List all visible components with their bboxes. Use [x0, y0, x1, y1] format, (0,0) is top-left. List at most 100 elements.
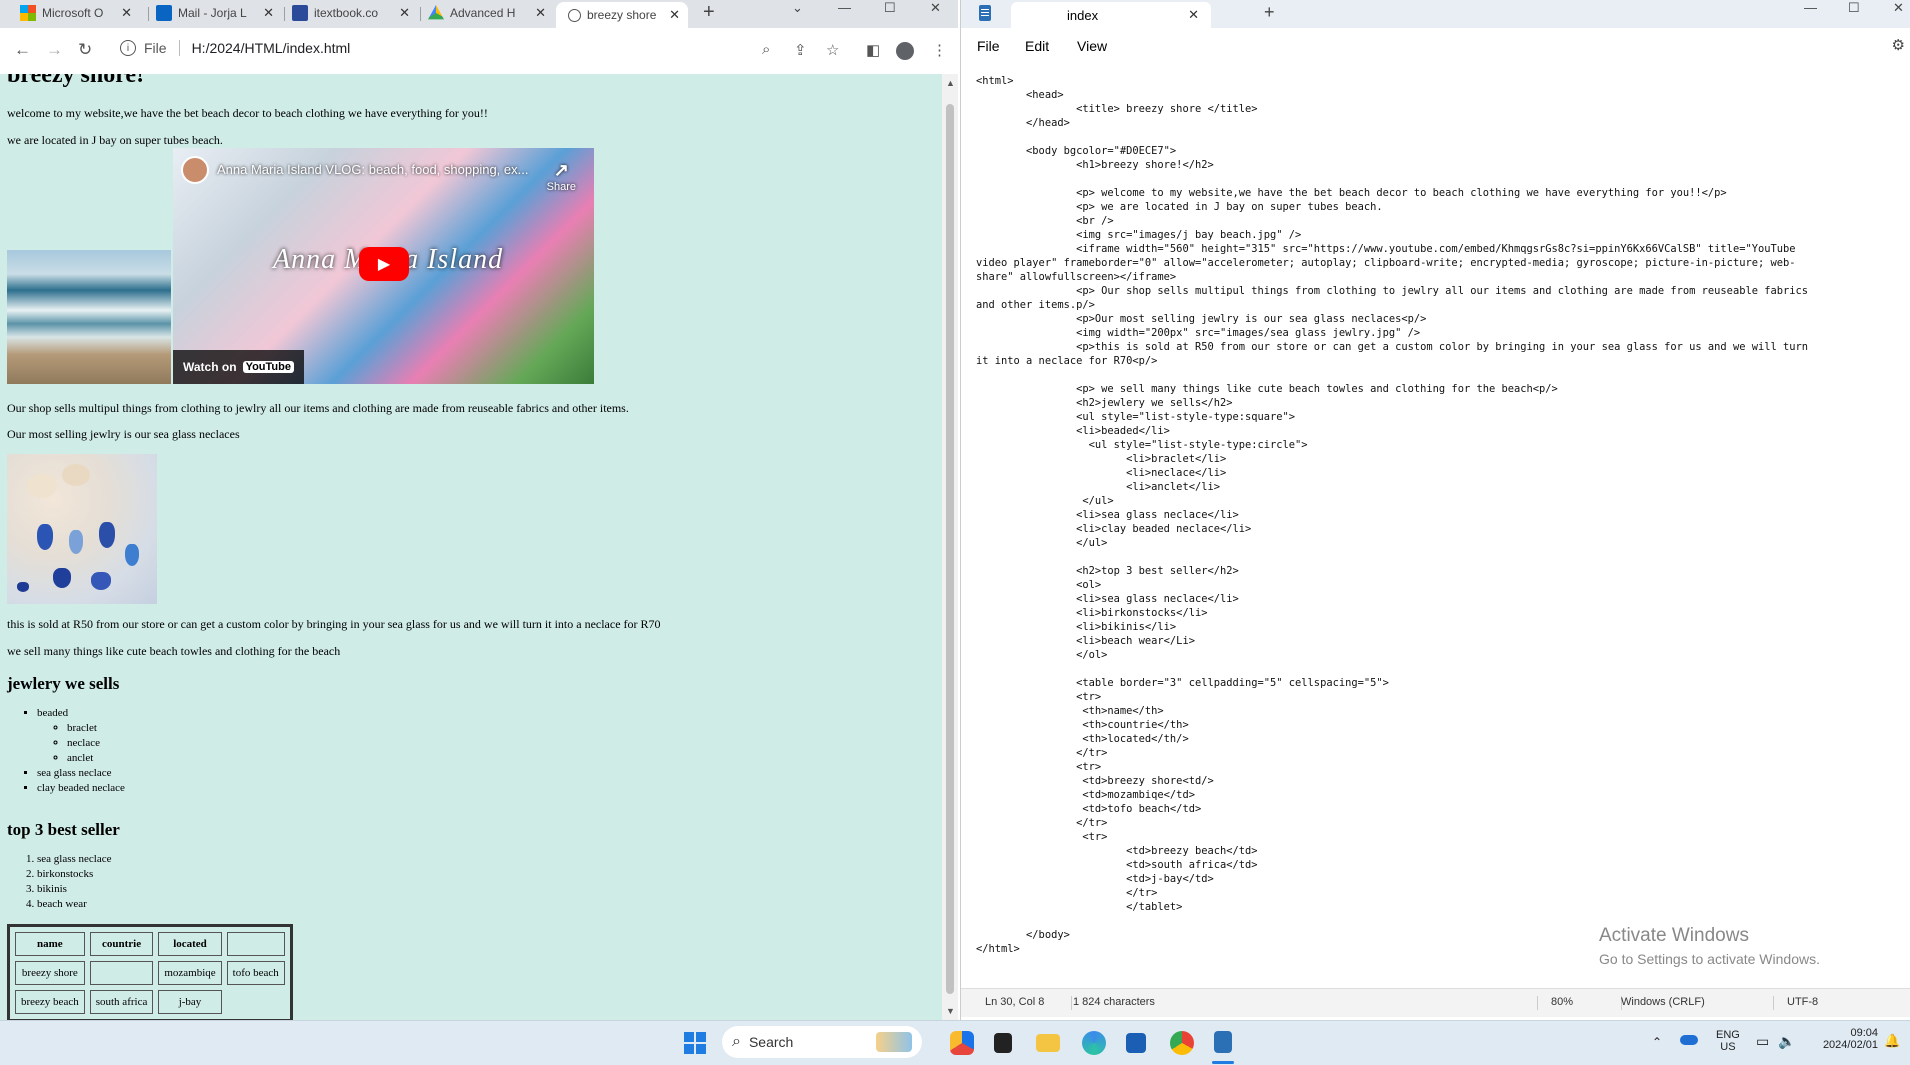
close-window-icon[interactable]: ✕ [1893, 0, 1904, 16]
notepad-titlebar: index ✕ + — ☐ ✕ [961, 0, 1910, 28]
minimize-icon[interactable]: — [838, 0, 851, 15]
play-button[interactable]: ▶ [359, 247, 409, 281]
close-window-icon[interactable]: ✕ [930, 0, 941, 16]
location-text: we are located in J bay on super tubes b… [7, 133, 223, 147]
price-text: this is sold at R50 from our store or ca… [7, 617, 661, 631]
list-item: bikinis [37, 882, 112, 897]
zoom-level[interactable]: 80% [1551, 996, 1573, 1008]
forward-icon[interactable]: → [46, 40, 63, 60]
menu-view[interactable]: View [1077, 38, 1107, 54]
sea-glass-jewelry-image [7, 454, 157, 604]
encoding[interactable]: UTF-8 [1787, 996, 1818, 1008]
list-item: clay beaded neclace [37, 781, 125, 796]
code-editor[interactable]: <html> <head> <title> breezy shore </tit… [976, 74, 1906, 984]
address-bar[interactable]: i File H:/2024/HTML/index.html [112, 34, 812, 62]
list-item: beach wear [37, 897, 112, 912]
terminal-icon[interactable] [994, 1033, 1012, 1053]
share-button[interactable]: ↗ Share [547, 160, 576, 193]
menu-kebab-icon[interactable]: ⋮ [932, 41, 947, 59]
volume-icon[interactable]: 🔈 [1778, 1033, 1795, 1050]
gear-icon[interactable]: ⚙ [1892, 36, 1905, 54]
network-icon[interactable]: ▭ [1756, 1033, 1769, 1050]
file-explorer-icon[interactable] [1036, 1034, 1060, 1052]
table-header [226, 932, 285, 956]
notepad-window: index ✕ + — ☐ ✕ File Edit View ⚙ <html> … [960, 0, 1910, 1020]
store-icon[interactable] [1126, 1033, 1146, 1053]
clock[interactable]: 09:04 2024/02/01 [1814, 1027, 1878, 1051]
close-tab-icon[interactable]: ✕ [1188, 7, 1199, 23]
youtube-logo: YouTube [242, 361, 294, 373]
close-tab-icon[interactable]: ✕ [263, 5, 274, 21]
browser-toolbar: ← → ↻ i File H:/2024/HTML/index.html ⌕ ⇪… [0, 28, 958, 75]
youtube-embed[interactable]: Anna Maria Island VLOG: beach, food, sho… [173, 148, 594, 384]
chrome-icon[interactable] [1170, 1031, 1194, 1055]
info-icon[interactable]: i [120, 40, 136, 56]
browser-tab-advanced[interactable]: Advanced H ✕ [428, 0, 554, 26]
scheme-label: File [144, 40, 167, 56]
table-cell: mozambiqe [158, 961, 222, 985]
side-panel-icon[interactable]: ◧ [866, 41, 880, 59]
start-button[interactable] [684, 1032, 706, 1054]
tab-search-icon[interactable]: ⌄ [792, 0, 803, 16]
taskbar: ⌕ Search ⌃ ENG US ▭ 🔈 09:04 2024/02/01 🔔 [0, 1020, 1910, 1065]
scroll-down-icon[interactable]: ▼ [946, 1006, 955, 1016]
table-cell: breezy beach [15, 990, 85, 1014]
new-tab-button[interactable]: + [1264, 2, 1275, 23]
scroll-thumb[interactable] [946, 104, 954, 994]
menu-edit[interactable]: Edit [1025, 38, 1049, 54]
notepad-tab-index[interactable]: index ✕ [1011, 2, 1211, 28]
taskbar-search[interactable]: ⌕ Search [722, 1026, 922, 1058]
cursor-position: Ln 30, Col 8 [985, 996, 1045, 1008]
line-ending[interactable]: Windows (CRLF) [1621, 996, 1705, 1008]
close-tab-icon[interactable]: ✕ [669, 7, 680, 23]
tray-chevron-icon[interactable]: ⌃ [1652, 1035, 1662, 1049]
zoom-icon[interactable]: ⌕ [762, 41, 770, 58]
close-tab-icon[interactable]: ✕ [535, 5, 546, 21]
list-item: braclet [67, 721, 125, 736]
profile-avatar[interactable] [896, 42, 914, 60]
table-row: breezy beach south africa j-bay [15, 990, 285, 1014]
close-tab-icon[interactable]: ✕ [121, 5, 132, 21]
stores-table: name countrie located breezy shore mozam… [7, 924, 293, 1020]
maximize-icon[interactable]: ☐ [1848, 0, 1860, 16]
table-cell: south africa [89, 990, 154, 1014]
maximize-icon[interactable]: ☐ [884, 0, 896, 16]
list-item: anclet [67, 751, 125, 766]
browser-tab-mail[interactable]: Mail - Jorja L ✕ [156, 0, 282, 26]
url-text[interactable]: H:/2024/HTML/index.html [192, 40, 351, 56]
scroll-up-icon[interactable]: ▲ [946, 78, 955, 88]
table-cell [227, 990, 285, 1014]
best-jewelry-text: Our most selling jewlry is our sea glass… [7, 427, 240, 441]
page-scrollbar[interactable]: ▲ ▼ [942, 74, 958, 1020]
outlook-icon [156, 5, 172, 21]
bookmark-star-icon[interactable]: ☆ [826, 41, 839, 59]
channel-avatar[interactable] [181, 156, 209, 184]
globe-icon [568, 8, 581, 22]
table-cell: tofo beach [226, 961, 285, 985]
browser-tab-itextbook[interactable]: itextbook.co ✕ [292, 0, 418, 26]
page-title: breezy shore! [7, 74, 145, 88]
minimize-icon[interactable]: — [1804, 0, 1817, 15]
watch-on-youtube-button[interactable]: Watch on YouTube [173, 350, 304, 384]
copilot-icon[interactable] [950, 1031, 974, 1055]
share-icon[interactable]: ⇪ [794, 41, 807, 59]
list-item: beaded [37, 706, 125, 721]
menu-file[interactable]: File [977, 38, 1000, 54]
jewelry-list: beaded braclet neclace anclet sea glass … [37, 706, 125, 796]
notepad-taskbar-icon[interactable] [1214, 1031, 1232, 1053]
new-tab-button[interactable]: + [703, 1, 715, 24]
onedrive-icon[interactable] [1680, 1035, 1698, 1045]
reload-icon[interactable]: ↻ [78, 40, 92, 60]
close-tab-icon[interactable]: ✕ [399, 5, 410, 21]
shop-sells-text: Our shop sells multipul things from clot… [7, 401, 629, 415]
browser-tab-breezy-shore[interactable]: breezy shore ✕ [556, 2, 688, 28]
video-title[interactable]: Anna Maria Island VLOG: beach, food, sho… [217, 162, 528, 177]
notification-bell-icon[interactable]: 🔔 [1884, 1033, 1900, 1049]
search-icon: ⌕ [732, 1033, 741, 1050]
back-icon[interactable]: ← [14, 40, 31, 60]
browser-tab-microsoft[interactable]: Microsoft O ✕ [20, 0, 140, 26]
language-indicator[interactable]: ENG US [1716, 1029, 1740, 1053]
activate-windows-watermark: Activate Windows Go to Settings to activ… [1599, 925, 1820, 967]
edge-icon[interactable] [1082, 1031, 1106, 1055]
microsoft-icon [20, 5, 36, 21]
